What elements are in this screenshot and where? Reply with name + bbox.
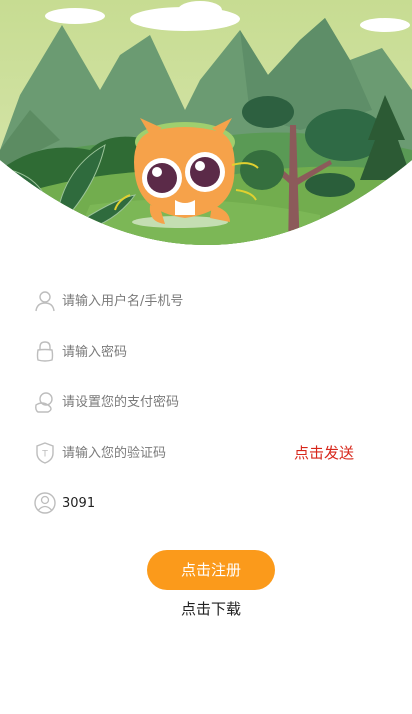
verify-code-input[interactable] (62, 439, 282, 467)
download-link[interactable]: 点击下载 (0, 598, 412, 619)
lock-icon (34, 340, 56, 364)
shield-icon: T (34, 441, 56, 465)
captcha-row: 3091 (34, 478, 378, 528)
send-code-button[interactable]: 点击发送 (294, 442, 354, 463)
pay-password-row (34, 377, 378, 427)
username-row (34, 276, 378, 326)
username-input[interactable] (62, 287, 282, 315)
forest-cat-illustration (0, 0, 412, 245)
password-input[interactable] (62, 338, 282, 366)
password-row (34, 327, 378, 377)
user-icon (34, 289, 56, 313)
header-illustration (0, 0, 412, 276)
pay-password-input[interactable] (62, 388, 282, 416)
verify-code-row: T 点击发送 (34, 428, 378, 478)
svg-text:T: T (41, 450, 48, 460)
wallet-icon (34, 390, 56, 414)
captcha-code[interactable]: 3091 (62, 496, 95, 511)
face-icon (34, 491, 56, 515)
register-button[interactable]: 点击注册 (147, 550, 275, 590)
